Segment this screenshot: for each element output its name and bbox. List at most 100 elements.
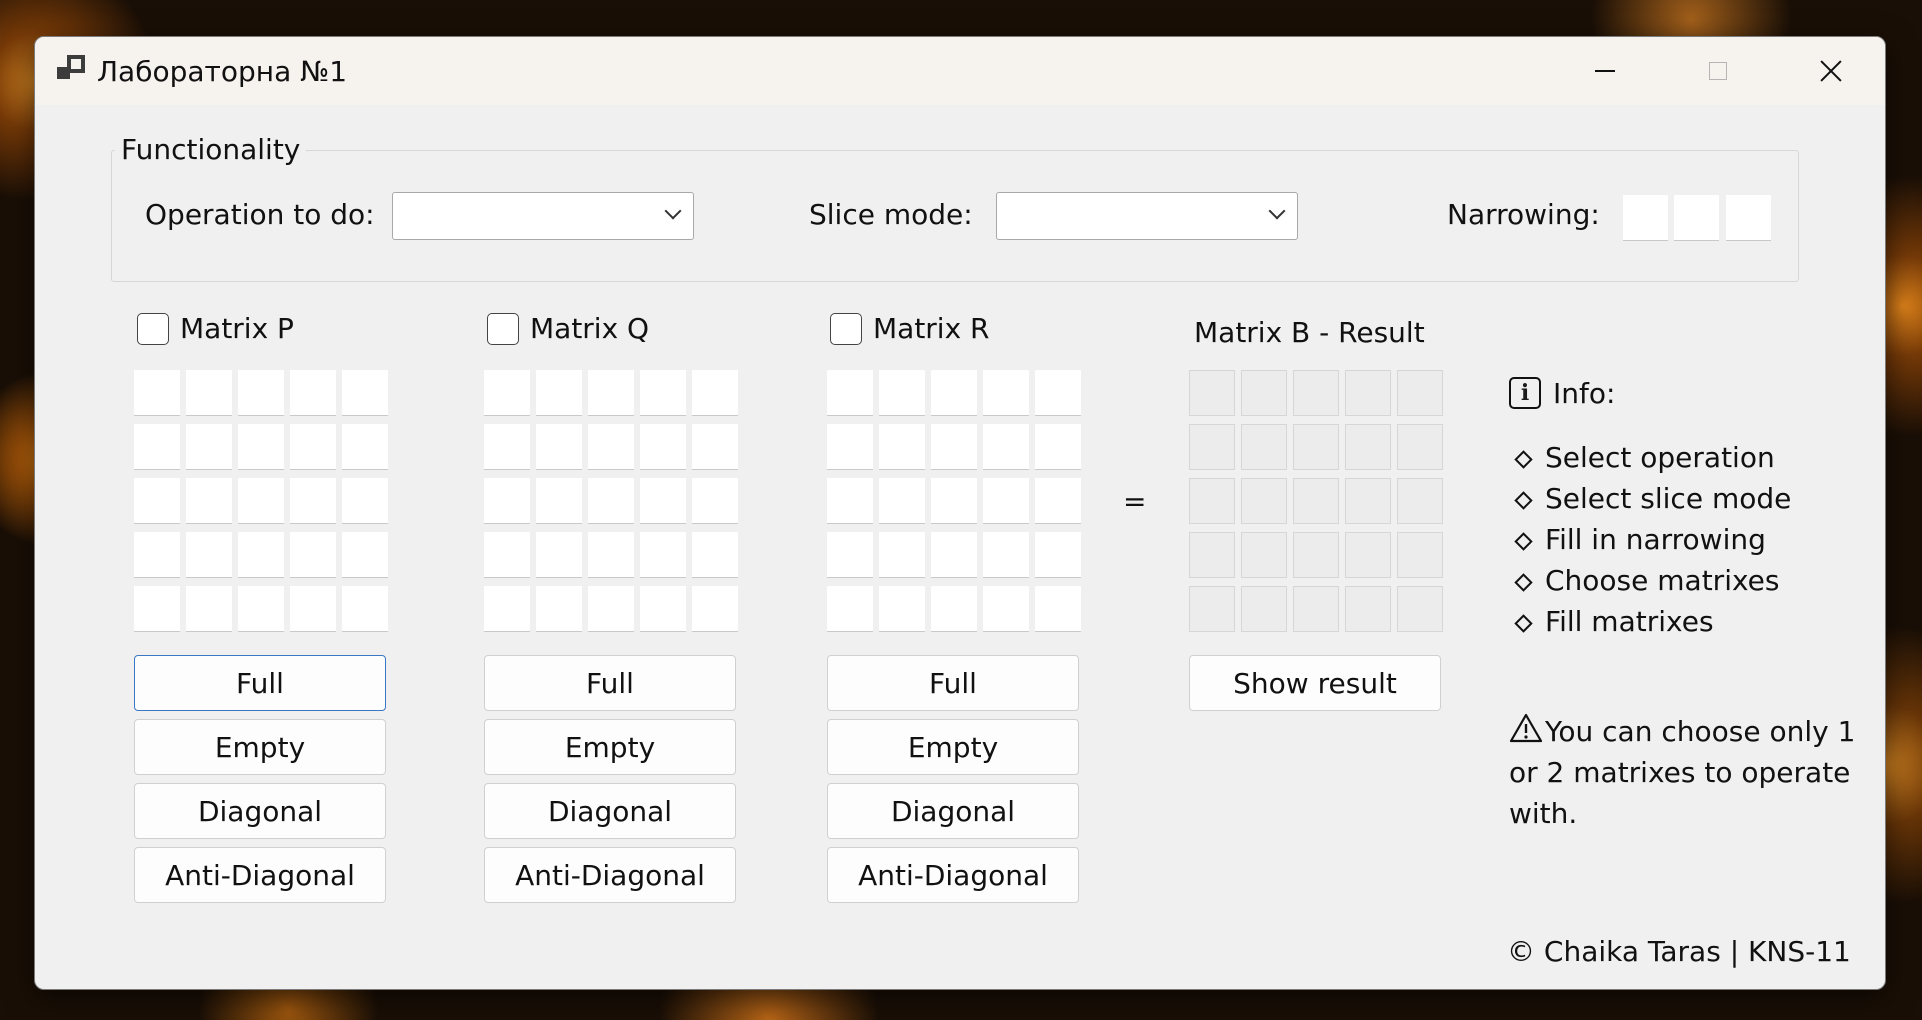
matrix-p-cell[interactable] (290, 370, 336, 416)
matrix-r-cell[interactable] (983, 478, 1029, 524)
matrix-p-cell[interactable] (134, 586, 180, 632)
matrix-r-diagonal-button[interactable]: Diagonal (827, 783, 1079, 839)
matrix-r-cell[interactable] (931, 370, 977, 416)
matrix-p-cell[interactable] (342, 478, 388, 524)
matrix-r-checkbox[interactable] (830, 313, 862, 345)
matrix-q-cell[interactable] (588, 478, 634, 524)
diamond-bullet-icon (1514, 532, 1533, 551)
matrix-q-cell[interactable] (640, 532, 686, 578)
narrowing-input-1[interactable] (1623, 195, 1668, 241)
matrix-r-cell[interactable] (931, 586, 977, 632)
matrix-r-cell[interactable] (983, 370, 1029, 416)
matrix-r-cell[interactable] (1035, 532, 1081, 578)
matrix-r-cell[interactable] (983, 532, 1029, 578)
matrix-q-cell[interactable] (536, 532, 582, 578)
matrix-r-cell[interactable] (983, 424, 1029, 470)
matrix-p-anti-diagonal-button[interactable]: Anti-Diagonal (134, 847, 386, 903)
matrix-p-cell[interactable] (342, 532, 388, 578)
matrix-q-cell[interactable] (484, 424, 530, 470)
matrix-r-cell[interactable] (879, 370, 925, 416)
matrix-q-cell[interactable] (536, 478, 582, 524)
matrix-q-cell[interactable] (640, 424, 686, 470)
matrix-r-cell[interactable] (827, 586, 873, 632)
matrix-p-cell[interactable] (134, 370, 180, 416)
matrix-q-cell[interactable] (484, 586, 530, 632)
matrix-q-anti-diagonal-button[interactable]: Anti-Diagonal (484, 847, 736, 903)
matrix-r-empty-button[interactable]: Empty (827, 719, 1079, 775)
matrix-q-cell[interactable] (484, 478, 530, 524)
matrix-r-cell[interactable] (983, 586, 1029, 632)
slice-mode-select[interactable] (996, 192, 1298, 240)
matrix-q-cell[interactable] (692, 370, 738, 416)
matrix-q-cell[interactable] (640, 478, 686, 524)
matrix-q-cell[interactable] (692, 424, 738, 470)
matrix-q-full-button[interactable]: Full (484, 655, 736, 711)
matrix-q-cell[interactable] (588, 370, 634, 416)
matrix-p-cell[interactable] (342, 424, 388, 470)
matrix-r-cell[interactable] (1035, 586, 1081, 632)
matrix-r-cell[interactable] (827, 424, 873, 470)
narrowing-input-2[interactable] (1674, 195, 1719, 241)
matrix-p-cell[interactable] (186, 532, 232, 578)
matrix-r-cell[interactable] (827, 478, 873, 524)
operation-select[interactable] (392, 192, 694, 240)
matrix-q-cell[interactable] (536, 424, 582, 470)
matrix-p-cell[interactable] (238, 424, 284, 470)
matrix-q-cell[interactable] (536, 586, 582, 632)
matrix-q-cell[interactable] (588, 532, 634, 578)
matrix-r-full-button[interactable]: Full (827, 655, 1079, 711)
matrix-r-cell[interactable] (879, 586, 925, 632)
matrix-r-cell[interactable] (931, 478, 977, 524)
matrix-r-cell[interactable] (879, 424, 925, 470)
narrowing-input-3[interactable] (1726, 195, 1771, 241)
matrix-q-cell[interactable] (588, 586, 634, 632)
matrix-q-cell[interactable] (484, 532, 530, 578)
matrix-p-cell[interactable] (238, 532, 284, 578)
matrix-p-cell[interactable] (238, 586, 284, 632)
matrix-q-empty-button[interactable]: Empty (484, 719, 736, 775)
matrix-p-cell[interactable] (186, 370, 232, 416)
matrix-r-cell[interactable] (931, 424, 977, 470)
matrix-p-empty-button[interactable]: Empty (134, 719, 386, 775)
matrix-p-full-button[interactable]: Full (134, 655, 386, 711)
matrix-p-cell[interactable] (342, 370, 388, 416)
matrix-q-diagonal-button[interactable]: Diagonal (484, 783, 736, 839)
matrix-p-diagonal-button[interactable]: Diagonal (134, 783, 386, 839)
matrix-p-checkbox[interactable] (137, 313, 169, 345)
matrix-q-cell[interactable] (640, 586, 686, 632)
matrix-p-cell[interactable] (134, 532, 180, 578)
matrix-p-cell[interactable] (290, 532, 336, 578)
minimize-button[interactable] (1549, 37, 1661, 105)
matrix-q-cell[interactable] (692, 532, 738, 578)
matrix-r-cell[interactable] (1035, 424, 1081, 470)
matrix-p-cell[interactable] (290, 424, 336, 470)
close-button[interactable] (1775, 37, 1885, 105)
matrix-q-cell[interactable] (640, 370, 686, 416)
matrix-r-cell[interactable] (1035, 478, 1081, 524)
matrix-r-anti-diagonal-button[interactable]: Anti-Diagonal (827, 847, 1079, 903)
matrix-q-cell[interactable] (484, 370, 530, 416)
maximize-button[interactable] (1662, 37, 1774, 105)
show-result-button[interactable]: Show result (1189, 655, 1441, 711)
matrix-p-cell[interactable] (186, 424, 232, 470)
matrix-p-cell[interactable] (134, 478, 180, 524)
matrix-r-cell[interactable] (879, 478, 925, 524)
matrix-p-cell[interactable] (186, 586, 232, 632)
matrix-p-cell[interactable] (134, 424, 180, 470)
matrix-p-cell[interactable] (186, 478, 232, 524)
matrix-p-cell[interactable] (238, 370, 284, 416)
matrix-q-cell[interactable] (692, 478, 738, 524)
matrix-r-cell[interactable] (827, 532, 873, 578)
matrix-p-cell[interactable] (290, 478, 336, 524)
matrix-r-cell[interactable] (879, 532, 925, 578)
matrix-q-cell[interactable] (536, 370, 582, 416)
matrix-p-cell[interactable] (238, 478, 284, 524)
matrix-r-cell[interactable] (827, 370, 873, 416)
matrix-r-cell[interactable] (931, 532, 977, 578)
matrix-p-cell[interactable] (290, 586, 336, 632)
matrix-r-cell[interactable] (1035, 370, 1081, 416)
matrix-q-cell[interactable] (588, 424, 634, 470)
matrix-q-checkbox[interactable] (487, 313, 519, 345)
matrix-p-cell[interactable] (342, 586, 388, 632)
matrix-q-cell[interactable] (692, 586, 738, 632)
